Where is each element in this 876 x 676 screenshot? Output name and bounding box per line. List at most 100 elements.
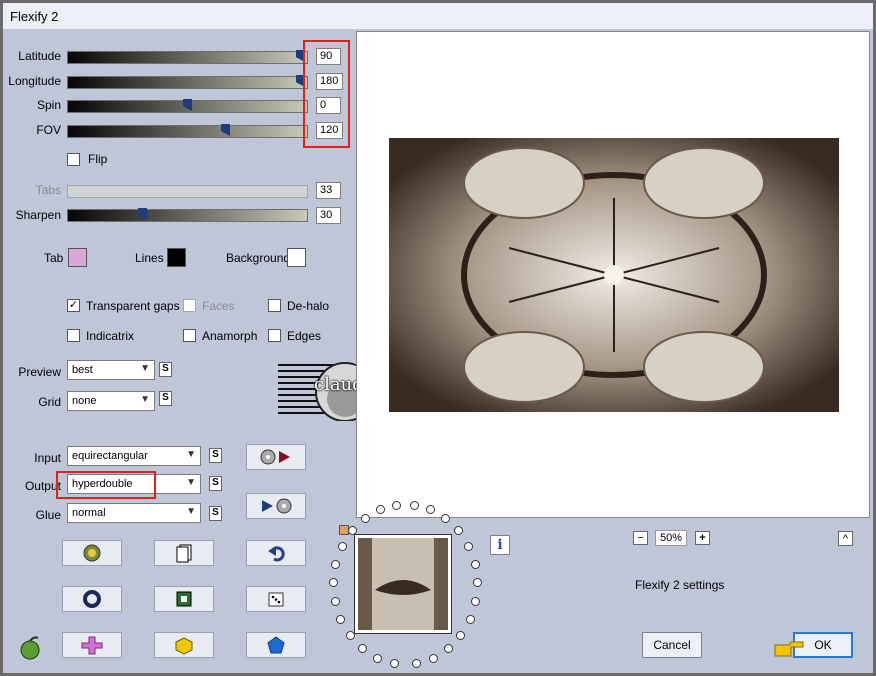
navigator-dot [330, 597, 340, 607]
sharpen-value[interactable]: 30 [316, 207, 341, 224]
output-s-button[interactable]: S [209, 476, 222, 491]
page-icon [176, 544, 192, 563]
info-icon: i [497, 537, 503, 553]
highlight-box-sliders [303, 40, 350, 148]
thumbnail-image [358, 538, 448, 630]
spin-slider[interactable] [67, 99, 308, 113]
transparent-gaps-label: Transparent gaps [86, 299, 180, 313]
flip-checkbox[interactable] [67, 153, 80, 166]
frame-button[interactable] [154, 586, 214, 612]
flip-label: Flip [88, 152, 108, 166]
pointing-hand [773, 639, 807, 662]
dialog-client: Latitude 90 Longitude 180 Spin 0 FOV 120… [3, 29, 873, 673]
navigator-thumbnail[interactable] [354, 534, 452, 634]
preview-value: best [72, 364, 93, 376]
slider-thumb[interactable] [183, 99, 192, 111]
title-bar: Flexify 2 [3, 3, 873, 29]
background-color-label: Background [226, 251, 291, 265]
dice-button[interactable] [246, 586, 306, 612]
disc-play-icon [260, 449, 290, 465]
info-button[interactable]: i [490, 535, 510, 555]
anamorph-checkbox[interactable] [183, 329, 196, 342]
lines-color-swatch[interactable] [167, 248, 186, 267]
play-disc-icon [262, 498, 292, 514]
square-frame-icon [176, 591, 192, 607]
anamorph-label: Anamorph [202, 329, 258, 343]
undo-button[interactable] [246, 540, 306, 566]
navigator-dot [347, 526, 357, 536]
de-halo-checkbox[interactable] [268, 299, 281, 312]
edges-label: Edges [287, 329, 322, 343]
pointing-hand-icon [774, 641, 804, 657]
navigator-dot [428, 653, 438, 663]
navigator-dot [375, 505, 385, 515]
preview-s-button[interactable]: S [159, 362, 172, 377]
longitude-label: Longitude [8, 74, 61, 88]
grid-label: Grid [38, 395, 61, 409]
sharpen-slider[interactable] [67, 208, 308, 222]
collapse-up-button[interactable]: ^ [838, 531, 853, 546]
edges-checkbox[interactable] [268, 329, 281, 342]
fov-slider[interactable] [67, 124, 308, 138]
slider-thumb[interactable] [138, 208, 147, 220]
zoom-in-button[interactable]: + [695, 531, 710, 545]
cube-button[interactable] [154, 632, 214, 658]
slider-thumb[interactable] [221, 124, 230, 136]
pentagon-button[interactable] [246, 632, 306, 658]
navigator-dot [409, 500, 419, 510]
navigator-dot [337, 541, 347, 551]
faces-checkbox [183, 299, 196, 312]
input-value: equirectangular [72, 450, 148, 462]
navigator-dot [412, 659, 422, 668]
input-select[interactable]: equirectangular ▼ [67, 446, 201, 466]
navigator-dot [456, 631, 466, 641]
tab-color-swatch[interactable] [68, 248, 87, 267]
latitude-label: Latitude [18, 49, 61, 63]
glue-s-button[interactable]: S [209, 506, 222, 521]
page-button[interactable] [154, 540, 214, 566]
navigator-dot [471, 597, 481, 607]
latitude-slider[interactable] [67, 50, 308, 64]
navigator-dot [358, 644, 368, 654]
random-button[interactable] [62, 540, 122, 566]
preview-label: Preview [18, 365, 61, 379]
navigator-dot [472, 578, 482, 588]
preview-image [389, 138, 839, 412]
longitude-slider[interactable] [67, 75, 308, 89]
indicatrix-checkbox[interactable] [67, 329, 80, 342]
tabs-slider [67, 185, 308, 198]
navigator-dot [465, 615, 475, 625]
grid-select[interactable]: none ▼ [67, 391, 155, 411]
zoom-out-button[interactable]: − [633, 531, 648, 545]
navigator-dot [389, 659, 399, 668]
faces-label: Faces [202, 299, 235, 313]
tabs-value[interactable]: 33 [316, 182, 341, 199]
chevron-down-icon: ▼ [186, 506, 196, 517]
load-preset-button[interactable] [246, 444, 306, 470]
save-preset-button[interactable] [246, 493, 306, 519]
undo-icon [268, 546, 285, 562]
glue-label: Glue [35, 508, 61, 522]
navigator-dot [470, 559, 480, 569]
cancel-button[interactable]: Cancel [642, 632, 702, 658]
cross-icon [81, 636, 103, 655]
glue-value: normal [72, 507, 106, 519]
chevron-down-icon: ▼ [140, 394, 150, 405]
input-s-button[interactable]: S [209, 448, 222, 463]
output-label: Output [24, 479, 61, 493]
navigator-dot [360, 513, 370, 523]
globe-bug-icon [83, 544, 101, 562]
transparent-gaps-checkbox[interactable]: ✓ [67, 299, 80, 312]
navigator-dot [441, 513, 451, 523]
indicatrix-label: Indicatrix [86, 329, 135, 343]
pentagon-icon [267, 636, 285, 654]
cross-button[interactable] [62, 632, 122, 658]
grid-s-button[interactable]: S [159, 391, 172, 406]
background-color-swatch[interactable] [287, 248, 306, 267]
preview-pane[interactable] [356, 31, 870, 518]
dice-icon [268, 592, 284, 607]
preview-select[interactable]: best ▼ [67, 360, 155, 380]
navigator-dot [336, 615, 346, 625]
ring-button[interactable] [62, 586, 122, 612]
glue-select[interactable]: normal ▼ [67, 503, 201, 523]
